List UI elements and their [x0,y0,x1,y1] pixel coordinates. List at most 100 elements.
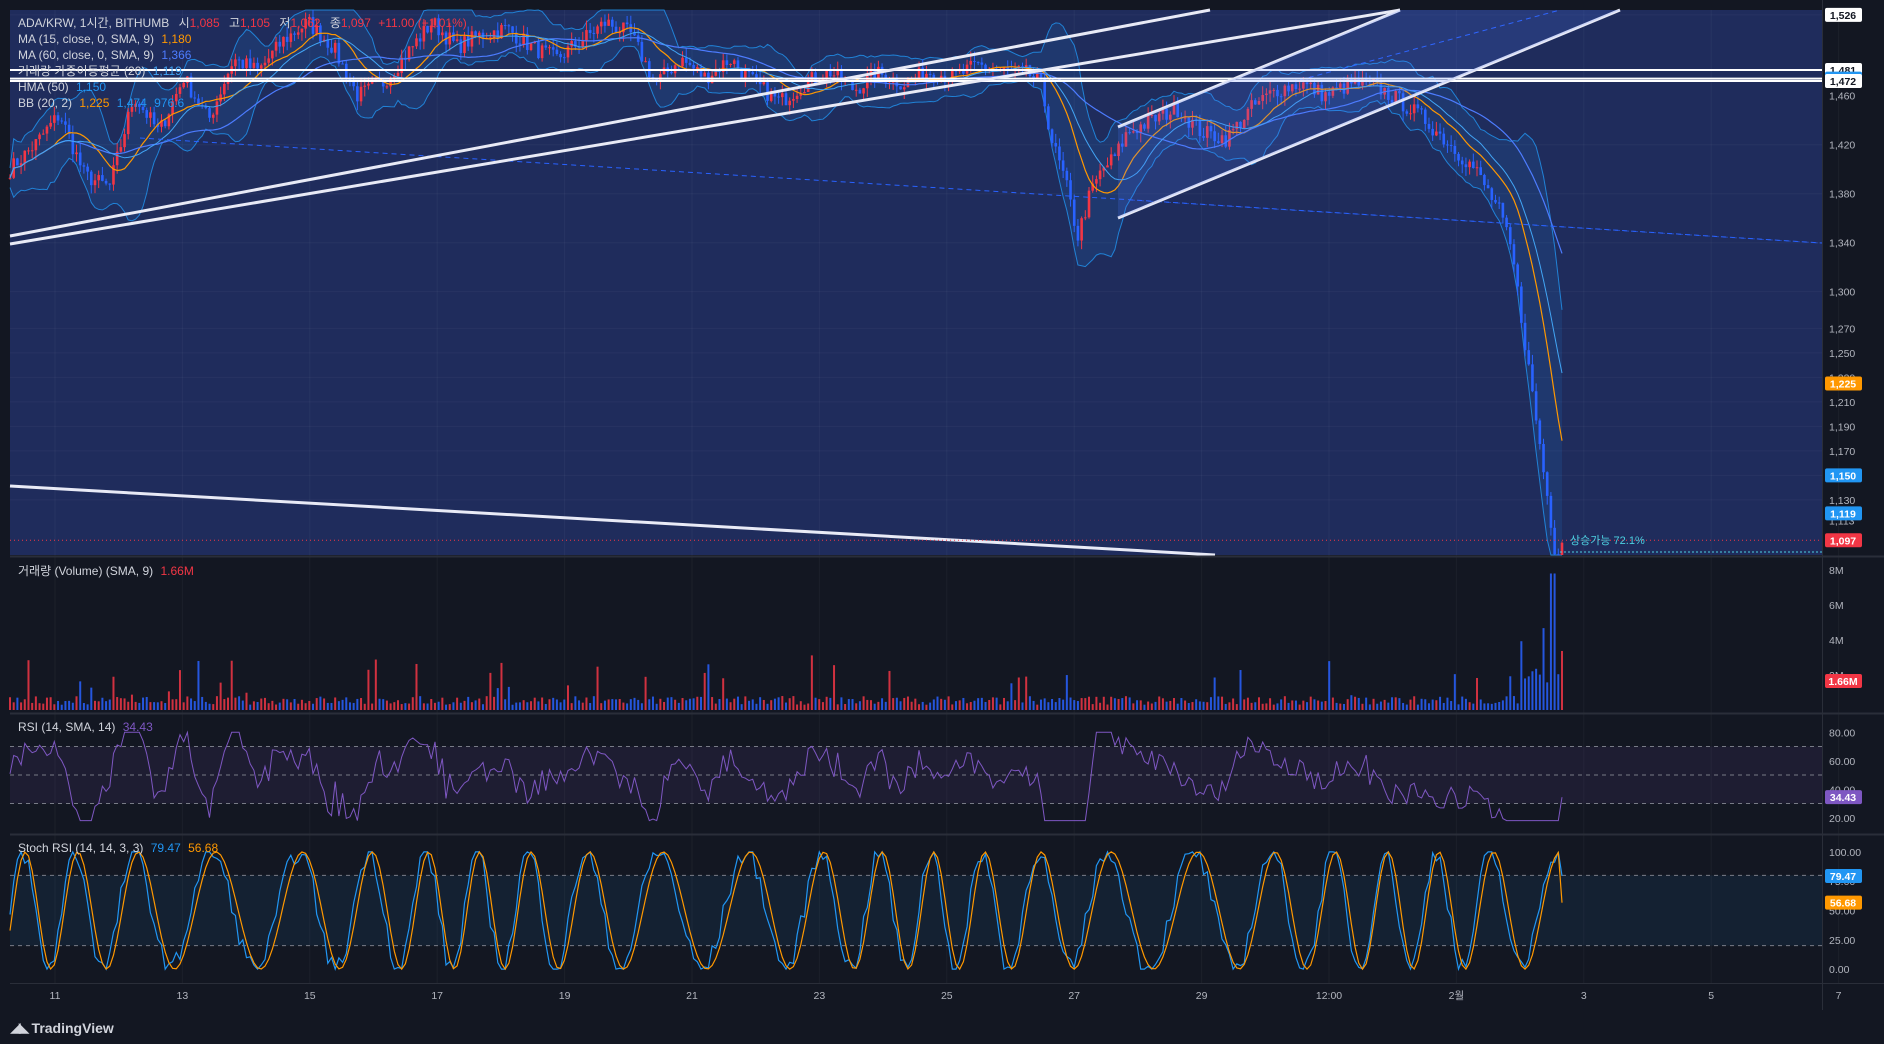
volume-bar [1250,702,1253,710]
candle-body [969,60,973,65]
volume-bar [1257,697,1260,710]
volume-bar [855,703,858,710]
candle-body [1508,227,1512,245]
stoch-legend[interactable]: Stoch RSI (14, 14, 3, 3) 79.47 56.68 [18,841,218,856]
volume-bar [367,669,370,710]
volume-bar [991,697,994,710]
candle-body [237,59,241,61]
candle-body [795,95,799,99]
volume-bar [1003,697,1006,710]
candle-body [681,57,684,67]
candle-body [529,43,533,51]
candle-body [30,150,34,152]
candle-body [86,166,89,172]
candle-body [559,54,562,58]
volume-bar [951,704,954,710]
vwma-legend[interactable]: 거래량 가중이동평균 (20) 1,119 [18,64,182,79]
candle-body [522,33,525,45]
candle-body [1076,225,1080,241]
volume-bar [1161,698,1164,710]
candle-body [851,80,854,91]
volume-bar [1420,698,1423,710]
volume-bar [1450,701,1453,710]
volume-bar [1058,698,1061,710]
volume-bar [1402,702,1405,710]
volume-bar [906,696,909,710]
candle-body [603,21,607,26]
volume-bar [640,703,643,710]
volume-bar [60,704,63,710]
volume-bar [1527,676,1530,710]
candle-body [984,64,987,70]
volume-bar [1139,700,1142,710]
volume-bar [1117,698,1120,710]
volume-bar [762,699,765,710]
volume-bar [1313,699,1316,710]
volume-bar [869,700,872,710]
price-badge-label: 1,526 [1830,10,1856,22]
rsi-axis-tick: 60.00 [1829,756,1855,768]
price-axis-tick: 1,190 [1829,421,1855,433]
volume-bar [1136,700,1139,710]
volume-bar [825,696,828,710]
volume-bar [400,704,403,710]
volume-bar [651,696,654,710]
chart-canvas[interactable]: 1,5261,4811,4741,4721,4601,4201,3801,340… [0,0,1884,1044]
price-axis-tick: 1,380 [1829,189,1855,201]
volume-bar [655,703,658,710]
hma-legend[interactable]: HMA (50) 1,150 [18,80,106,95]
volume-bar [142,697,145,710]
volume-bar [286,699,289,710]
volume-bar [836,704,839,710]
symbol-legend[interactable]: ADA/KRW, 1시간, BITHUMB 시1,085 고1,105 저1,0… [18,16,467,31]
volume-bar [1538,674,1541,710]
ma60-legend[interactable]: MA (60, close, 0, SMA, 9) 1,366 [18,48,191,63]
volume-legend[interactable]: 거래량 (Volume) (SMA, 9) 1.66M [18,564,194,579]
candle-body [1534,391,1538,421]
volume-bar [193,701,196,710]
rsi-legend[interactable]: RSI (14, SMA, 14) 34.43 [18,720,153,735]
volume-bar [289,702,292,710]
ma15-legend[interactable]: MA (15, close, 0, SMA, 9) 1,180 [18,32,191,47]
volume-bar [419,696,422,710]
volume-bar [1065,675,1068,710]
candle-body [784,93,788,106]
candle-body [56,115,60,121]
volume-bar [1269,698,1272,710]
volume-bar [755,703,758,710]
time-axis-tick: 13 [177,990,189,1002]
volume-bar [518,702,521,710]
candle-body [1516,264,1519,287]
volume-bar [725,698,728,710]
volume-bar [603,700,606,710]
candle-body [1494,199,1497,203]
candle-body [1058,146,1061,161]
volume-bar [252,701,255,710]
volume-bar [685,700,688,710]
volume-bar [208,703,211,710]
volume-bar [770,700,773,710]
volume-bar [1028,696,1031,710]
candle-body [607,19,610,26]
volume-bar [71,702,74,710]
volume-bar [116,697,119,710]
volume-bar [995,697,998,710]
volume-bar [456,697,459,710]
candle-body [189,76,193,98]
tradingview-logo[interactable]: ◢◣ TradingView [10,1019,114,1036]
candle-body [208,108,211,118]
candle-body [625,22,629,25]
candle-body [23,150,27,164]
candle-body [1109,154,1113,166]
candle-body [792,98,795,101]
candle-body [1050,129,1054,144]
volume-bar [947,696,950,710]
bb-legend[interactable]: BB (20, 2) 1,225 1,474 976.6 [18,96,184,111]
volume-bar [93,700,96,710]
volume-bar [877,701,880,710]
volume-bar [707,664,710,710]
candle-body [418,38,422,42]
candle-body [256,62,259,69]
volume-bar [943,699,946,710]
volume-bar [360,698,363,710]
